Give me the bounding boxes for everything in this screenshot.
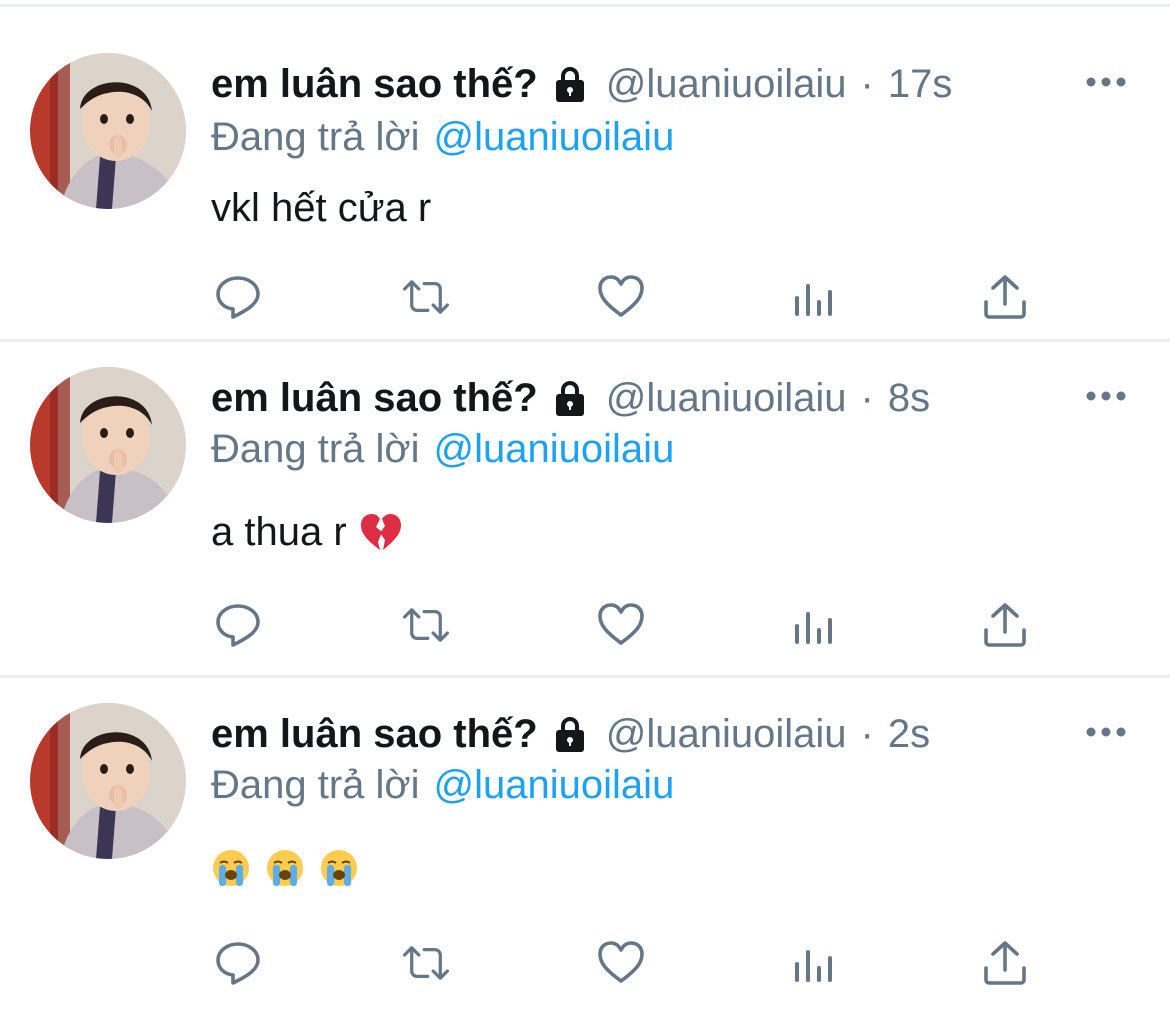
reply-context: Đang trả lời @luaniuoilaiu bbox=[211, 112, 674, 162]
display-name[interactable]: em luân sao thế? bbox=[211, 62, 538, 107]
avatar[interactable] bbox=[30, 367, 186, 523]
timestamp[interactable]: 17s bbox=[888, 62, 953, 107]
tweet-header: em luân sao thế? @luaniuoilaiu · 17s bbox=[211, 58, 952, 110]
reply-to-handle[interactable]: @luaniuoilaiu bbox=[434, 115, 675, 160]
handle[interactable]: @luaniuoilaiu bbox=[606, 62, 847, 107]
more-icon[interactable] bbox=[1084, 386, 1128, 406]
tweet-header: em luân sao thế? @luaniuoilaiu · 2s bbox=[211, 708, 930, 760]
avatar[interactable] bbox=[30, 53, 186, 209]
loudly-crying-face-emoji bbox=[321, 850, 357, 886]
broken-heart-emoji bbox=[360, 514, 401, 550]
display-name[interactable]: em luân sao thế? bbox=[211, 712, 538, 757]
heart-icon[interactable] bbox=[596, 272, 646, 322]
reply-icon[interactable] bbox=[213, 938, 263, 988]
stats-icon[interactable] bbox=[789, 938, 839, 988]
retweet-icon[interactable] bbox=[401, 938, 451, 988]
display-name[interactable]: em luân sao thế? bbox=[211, 376, 538, 421]
tweet-text: vkl hết cửa r bbox=[211, 185, 432, 230]
heart-icon[interactable] bbox=[596, 600, 646, 650]
avatar[interactable] bbox=[30, 703, 186, 859]
lock-icon bbox=[555, 67, 584, 102]
more-icon[interactable] bbox=[1084, 72, 1128, 92]
loudly-crying-face-emoji bbox=[267, 850, 303, 886]
reply-context: Đang trả lời @luaniuoilaiu bbox=[211, 424, 674, 474]
retweet-icon[interactable] bbox=[401, 600, 451, 650]
tweet-header: em luân sao thế? @luaniuoilaiu · 8s bbox=[211, 372, 930, 424]
reply-to-handle[interactable]: @luaniuoilaiu bbox=[434, 427, 675, 472]
share-icon[interactable] bbox=[980, 938, 1030, 988]
tweet[interactable]: em luân sao thế? @luaniuoilaiu · 2s Đang… bbox=[0, 678, 1170, 1011]
tweet-body bbox=[211, 840, 359, 896]
separator-dot: · bbox=[860, 375, 874, 420]
share-icon[interactable] bbox=[980, 272, 1030, 322]
reply-context: Đang trả lời @luaniuoilaiu bbox=[211, 760, 674, 810]
timestamp[interactable]: 8s bbox=[888, 376, 930, 421]
tweet-text: a thua r bbox=[211, 509, 347, 554]
reply-prefix: Đang trả lời bbox=[211, 114, 420, 159]
stats-icon[interactable] bbox=[789, 600, 839, 650]
loudly-crying-face-emoji bbox=[213, 850, 249, 886]
reply-prefix: Đang trả lời bbox=[211, 762, 420, 807]
handle[interactable]: @luaniuoilaiu bbox=[606, 712, 847, 757]
retweet-icon[interactable] bbox=[401, 272, 451, 322]
tweet[interactable]: em luân sao thế? @luaniuoilaiu · 8s Đang… bbox=[0, 342, 1170, 678]
reply-to-handle[interactable]: @luaniuoilaiu bbox=[434, 763, 675, 808]
handle[interactable]: @luaniuoilaiu bbox=[606, 376, 847, 421]
lock-icon bbox=[555, 717, 584, 752]
lock-icon bbox=[555, 381, 584, 416]
tweet-body: a thua r bbox=[211, 504, 403, 560]
reply-icon[interactable] bbox=[213, 272, 263, 322]
heart-icon[interactable] bbox=[596, 938, 646, 988]
reply-prefix: Đang trả lời bbox=[211, 426, 420, 471]
separator-dot: · bbox=[860, 711, 874, 756]
stats-icon[interactable] bbox=[789, 272, 839, 322]
separator-dot: · bbox=[860, 61, 874, 106]
share-icon[interactable] bbox=[980, 600, 1030, 650]
more-icon[interactable] bbox=[1084, 722, 1128, 742]
timestamp[interactable]: 2s bbox=[888, 712, 930, 757]
tweet[interactable]: em luân sao thế? @luaniuoilaiu · 17s Đan… bbox=[0, 6, 1170, 342]
reply-icon[interactable] bbox=[213, 600, 263, 650]
